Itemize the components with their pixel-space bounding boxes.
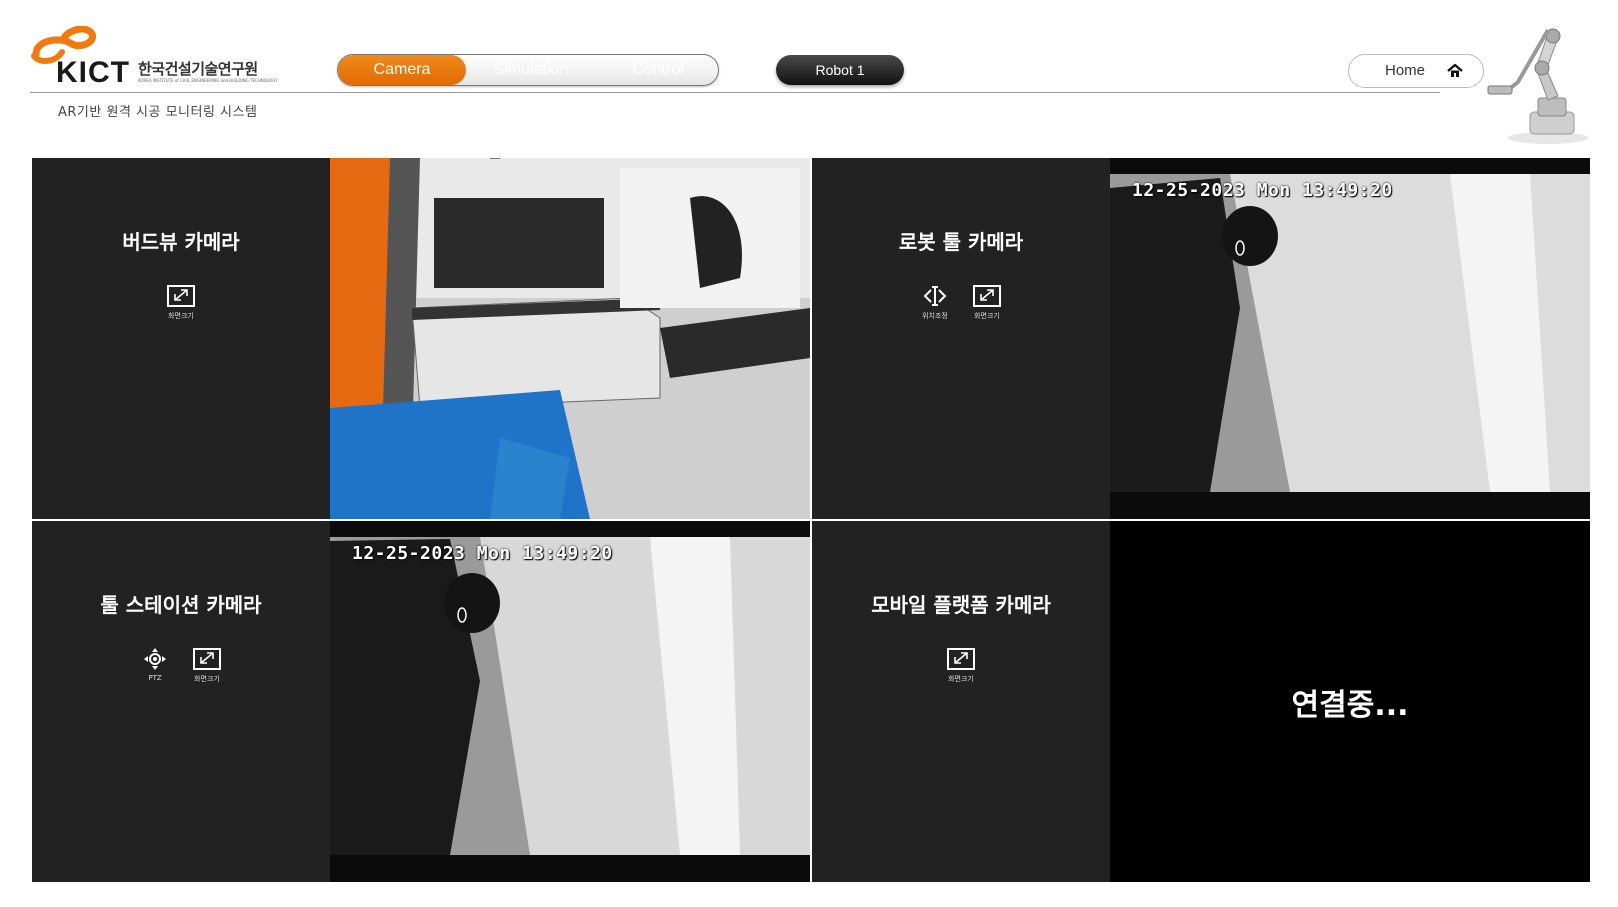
home-button[interactable]: Home — [1348, 54, 1484, 88]
logo-english-text: KOREA INSTITUTE of CIVIL ENGINEERING and… — [138, 78, 278, 83]
position-adjust-icon — [923, 286, 947, 306]
camera-feed[interactable] — [330, 158, 810, 519]
robot-tool-feed-image — [1110, 158, 1590, 519]
mode-tabs: Camera Simulation Control — [337, 54, 719, 86]
ptz-icon — [144, 648, 166, 670]
connection-status: 연결중... — [1110, 521, 1590, 882]
position-adjust-control[interactable]: 위치조정 — [920, 284, 950, 321]
home-icon — [1447, 63, 1463, 77]
camera-sidebar: 툴 스테이션 카메라 PTZ 화면크기 — [32, 521, 330, 882]
camera-feed[interactable]: 12-25-2023 Mon 13:49:20 — [330, 521, 810, 882]
camera-title: 모바일 플랫폼 카메라 — [871, 593, 1051, 617]
robot-select-button[interactable]: Robot 1 — [776, 55, 904, 85]
position-adjust-label: 위치조정 — [922, 312, 948, 320]
logo-korean-text: 한국건설기술연구원 — [138, 60, 258, 78]
resize-control[interactable]: 화면크기 — [192, 647, 222, 684]
resize-icon — [973, 285, 1001, 307]
resize-icon — [947, 648, 975, 670]
app-header: KICT 한국건설기술연구원 KOREA INSTITUTE of CIVIL … — [0, 0, 1618, 150]
camera-timestamp: 12-25-2023 Mon 13:49:20 — [1132, 180, 1393, 201]
resize-control[interactable]: 화면크기 — [166, 284, 196, 321]
camera-grid: 버드뷰 카메라 화면크기 로봇 툴 카메라 위치조정 화면크기 12-25-20… — [32, 158, 1590, 882]
office-feed-image — [330, 158, 810, 519]
ptz-control[interactable]: PTZ — [140, 647, 170, 684]
logo-kict-text: KICT — [56, 56, 130, 89]
resize-label: 화면크기 — [194, 675, 220, 683]
camera-panel-birdview: 버드뷰 카메라 화면크기 — [32, 158, 810, 519]
camera-controls: 화면크기 — [32, 284, 330, 321]
kict-logo: KICT 한국건설기술연구원 KOREA INSTITUTE of CIVIL … — [30, 26, 280, 89]
camera-title: 버드뷰 카메라 — [122, 230, 240, 254]
resize-icon — [193, 648, 221, 670]
camera-timestamp: 12-25-2023 Mon 13:49:20 — [352, 543, 613, 564]
tab-camera[interactable]: Camera — [338, 55, 466, 85]
camera-sidebar: 로봇 툴 카메라 위치조정 화면크기 — [812, 158, 1110, 519]
tab-simulation[interactable]: Simulation — [466, 55, 596, 85]
resize-label: 화면크기 — [948, 675, 974, 683]
camera-controls: PTZ 화면크기 — [32, 647, 330, 684]
resize-label: 화면크기 — [974, 312, 1000, 320]
ptz-label: PTZ — [148, 674, 162, 682]
resize-control[interactable]: 화면크기 — [946, 647, 976, 684]
camera-panel-mobile-platform: 모바일 플랫폼 카메라 화면크기 연결중... — [812, 521, 1590, 882]
camera-title: 툴 스테이션 카메라 — [100, 593, 262, 617]
camera-sidebar: 버드뷰 카메라 화면크기 — [32, 158, 330, 519]
robot-arm-illustration-icon — [1487, 28, 1588, 144]
camera-title: 로봇 툴 카메라 — [898, 230, 1024, 254]
system-subtitle: AR기반 원격 시공 모니터링 시스템 — [58, 105, 258, 120]
resize-label: 화면크기 — [168, 312, 194, 320]
tool-station-feed-image — [330, 521, 810, 882]
header-divider — [30, 92, 1440, 93]
camera-controls: 화면크기 — [812, 647, 1110, 684]
resize-icon — [167, 285, 195, 307]
camera-panel-robot-tool: 로봇 툴 카메라 위치조정 화면크기 12-25-2023 Mon 13:49:… — [812, 158, 1590, 519]
camera-controls: 위치조정 화면크기 — [812, 284, 1110, 321]
resize-control[interactable]: 화면크기 — [972, 284, 1002, 321]
camera-panel-tool-station: 툴 스테이션 카메라 PTZ 화면크기 12-25-2023 Mon 13:49… — [32, 521, 810, 882]
camera-feed[interactable]: 12-25-2023 Mon 13:49:20 — [1110, 158, 1590, 519]
camera-sidebar: 모바일 플랫폼 카메라 화면크기 — [812, 521, 1110, 882]
home-button-label: Home — [1385, 62, 1426, 79]
tab-control[interactable]: Control — [596, 55, 718, 85]
